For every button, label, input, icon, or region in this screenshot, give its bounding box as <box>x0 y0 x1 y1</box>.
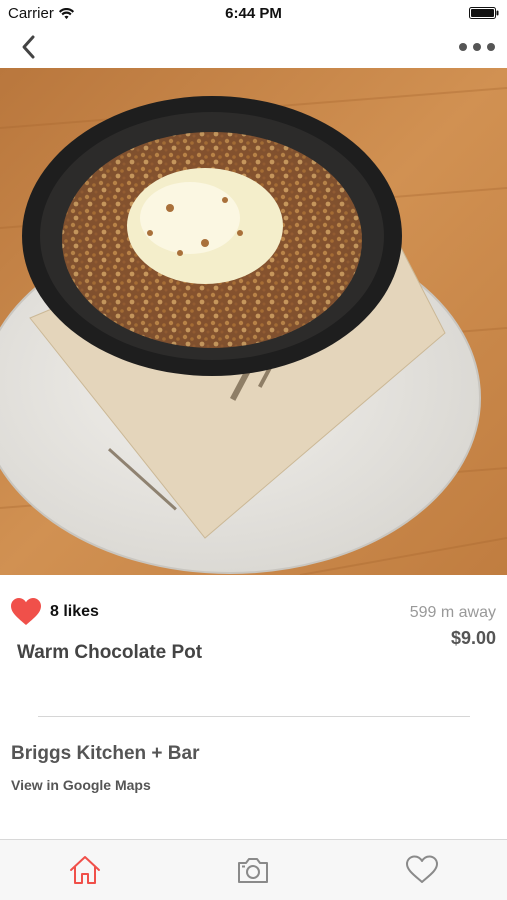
heart-icon[interactable] <box>10 597 42 627</box>
restaurant-name: Briggs Kitchen + Bar <box>11 743 200 764</box>
dish-name: Warm Chocolate Pot <box>17 642 203 663</box>
view-in-maps-link[interactable]: View in Google Maps <box>11 777 151 793</box>
camera-icon[interactable] <box>236 854 270 886</box>
likes-row: 8 likes <box>10 597 99 627</box>
home-icon[interactable] <box>68 854 102 886</box>
dish-photo <box>0 68 507 575</box>
heart-outline-icon[interactable] <box>405 854 439 886</box>
ellipsis-icon[interactable] <box>457 34 497 60</box>
navigation-bar <box>0 26 507 68</box>
status-bar: Carrier 6:44 PM <box>0 0 507 26</box>
status-time: 6:44 PM <box>225 5 282 22</box>
likes-count: 8 likes <box>50 603 99 620</box>
food-photo <box>0 68 507 575</box>
distance-label: 599 m away <box>409 604 496 621</box>
battery-icon <box>469 7 499 19</box>
ellipsis-dot <box>487 43 495 51</box>
price-label: $9.00 <box>450 628 496 648</box>
ellipsis-dot <box>459 43 467 51</box>
divider <box>38 716 470 717</box>
ellipsis-dot <box>473 43 481 51</box>
tab-bar <box>0 839 507 900</box>
chevron-left-icon[interactable] <box>14 32 44 62</box>
